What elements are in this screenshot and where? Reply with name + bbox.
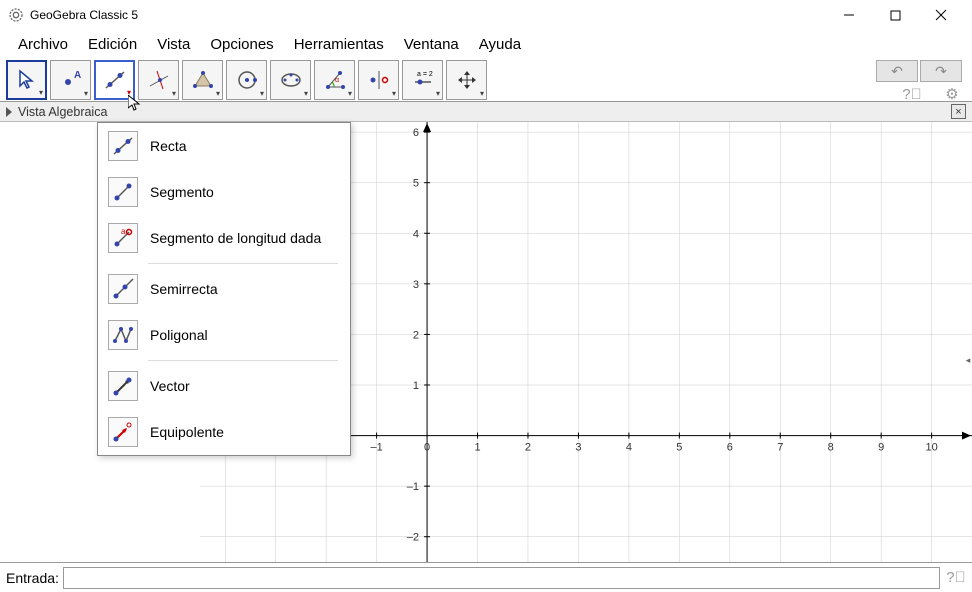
app-icon <box>8 7 24 23</box>
svg-text:5: 5 <box>676 442 682 454</box>
side-handle[interactable]: ◂ <box>964 352 972 368</box>
svg-text:10: 10 <box>926 442 938 454</box>
ray-icon <box>108 274 138 304</box>
svg-text:1: 1 <box>474 442 480 454</box>
svg-text:0: 0 <box>424 442 430 454</box>
svg-text:3: 3 <box>575 442 581 454</box>
svg-text:2: 2 <box>525 442 531 454</box>
dropdown-item-vector[interactable]: Vector <box>98 363 350 409</box>
svg-text:4: 4 <box>626 442 632 454</box>
tool-polygon[interactable]: ▾ <box>182 60 223 100</box>
close-window-button[interactable] <box>918 0 964 30</box>
polyline-icon <box>108 320 138 350</box>
svg-text:7: 7 <box>777 442 783 454</box>
dropdown-item-label: Semirrecta <box>150 281 218 297</box>
svg-text:4: 4 <box>413 228 419 240</box>
window-titlebar: GeoGebra Classic 5 <box>0 0 972 30</box>
window-controls <box>826 0 964 30</box>
svg-text:–2: –2 <box>407 532 419 544</box>
dropdown-item-label: Segmento <box>150 184 214 200</box>
dropdown-item-label: Segmento de longitud dada <box>150 230 321 246</box>
help-icon[interactable]: ?⃝ <box>902 84 922 104</box>
tool-move[interactable]: ▾ <box>6 60 47 100</box>
tool-circle[interactable]: ▾ <box>226 60 267 100</box>
input-help-icon[interactable]: ?⃝ <box>946 568 966 588</box>
minimize-button[interactable] <box>826 0 872 30</box>
dropdown-item-line[interactable]: Recta <box>98 123 350 169</box>
tool-angle[interactable]: α ▾ <box>314 60 355 100</box>
svg-text:1: 1 <box>413 380 419 392</box>
maximize-button[interactable] <box>872 0 918 30</box>
svg-text:–1: –1 <box>407 481 419 493</box>
dropdown-item-ray[interactable]: Semirrecta <box>98 266 350 312</box>
toolbar: ▾ A ▾ ▾ ▾ ▾ ▾ ▾ α ▾ ▾ a = 2 ▾ ▾ ↶ <box>0 58 972 102</box>
dropdown-item-polyline[interactable]: Poligonal <box>98 312 350 358</box>
panel-close-button[interactable]: × <box>951 104 966 119</box>
command-input[interactable] <box>63 567 940 589</box>
tool-reflect[interactable]: ▾ <box>358 60 399 100</box>
dropdown-item-label: Poligonal <box>150 327 208 343</box>
panel-caret-icon <box>6 107 12 117</box>
gear-icon[interactable]: ⚙ <box>942 84 962 104</box>
tool-slider[interactable]: a = 2 ▾ <box>402 60 443 100</box>
svg-text:a = 2: a = 2 <box>417 71 433 78</box>
menu-ventana[interactable]: Ventana <box>394 32 469 57</box>
segment-icon <box>108 177 138 207</box>
dropdown-item-label: Recta <box>150 138 187 154</box>
vector-from-point-icon <box>108 417 138 447</box>
line-icon <box>108 131 138 161</box>
input-label: Entrada: <box>6 570 59 586</box>
svg-text:2: 2 <box>413 329 419 341</box>
tool-line[interactable]: ▾ <box>94 60 135 100</box>
redo-button[interactable]: ↷ <box>920 60 962 82</box>
vector-icon <box>108 371 138 401</box>
svg-text:–1: –1 <box>370 442 382 454</box>
menu-herramientas[interactable]: Herramientas <box>284 32 394 57</box>
segment-fixed-icon: a <box>108 223 138 253</box>
window-title: GeoGebra Classic 5 <box>30 8 826 22</box>
dropdown-item-vector-from-point[interactable]: Equipolente <box>98 409 350 455</box>
input-bar: Entrada: ?⃝ <box>0 562 972 592</box>
main-area: –4–3–2–1012345678910–2–1123456 RectaSegm… <box>0 122 972 562</box>
menu-edicion[interactable]: Edición <box>78 32 147 57</box>
svg-text:A: A <box>74 70 81 81</box>
menubar: Archivo Edición Vista Opciones Herramien… <box>0 30 972 58</box>
svg-text:α: α <box>335 77 339 84</box>
tool-move-view[interactable]: ▾ <box>446 60 487 100</box>
algebra-panel-header[interactable]: Vista Algebraica × <box>0 102 972 122</box>
svg-text:3: 3 <box>413 279 419 291</box>
undo-button[interactable]: ↶ <box>876 60 918 82</box>
tool-point[interactable]: A ▾ <box>50 60 91 100</box>
menu-vista[interactable]: Vista <box>147 32 200 57</box>
svg-text:6: 6 <box>413 127 419 139</box>
dropdown-item-label: Equipolente <box>150 424 224 440</box>
svg-text:9: 9 <box>878 442 884 454</box>
tool-special-line[interactable]: ▾ <box>138 60 179 100</box>
tool-conic[interactable]: ▾ <box>270 60 311 100</box>
dropdown-item-label: Vector <box>150 378 190 394</box>
menu-ayuda[interactable]: Ayuda <box>469 32 531 57</box>
menu-opciones[interactable]: Opciones <box>200 32 283 57</box>
svg-text:8: 8 <box>828 442 834 454</box>
svg-text:5: 5 <box>413 178 419 190</box>
line-tool-dropdown: Recta Segmento a Segmento de longitud dada S… <box>97 122 351 456</box>
svg-text:6: 6 <box>727 442 733 454</box>
svg-text:a: a <box>121 227 126 236</box>
dropdown-item-segment-fixed[interactable]: a Segmento de longitud dada <box>98 215 350 261</box>
menu-archivo[interactable]: Archivo <box>8 32 78 57</box>
dropdown-item-segment[interactable]: Segmento <box>98 169 350 215</box>
panel-title: Vista Algebraica <box>18 105 107 119</box>
